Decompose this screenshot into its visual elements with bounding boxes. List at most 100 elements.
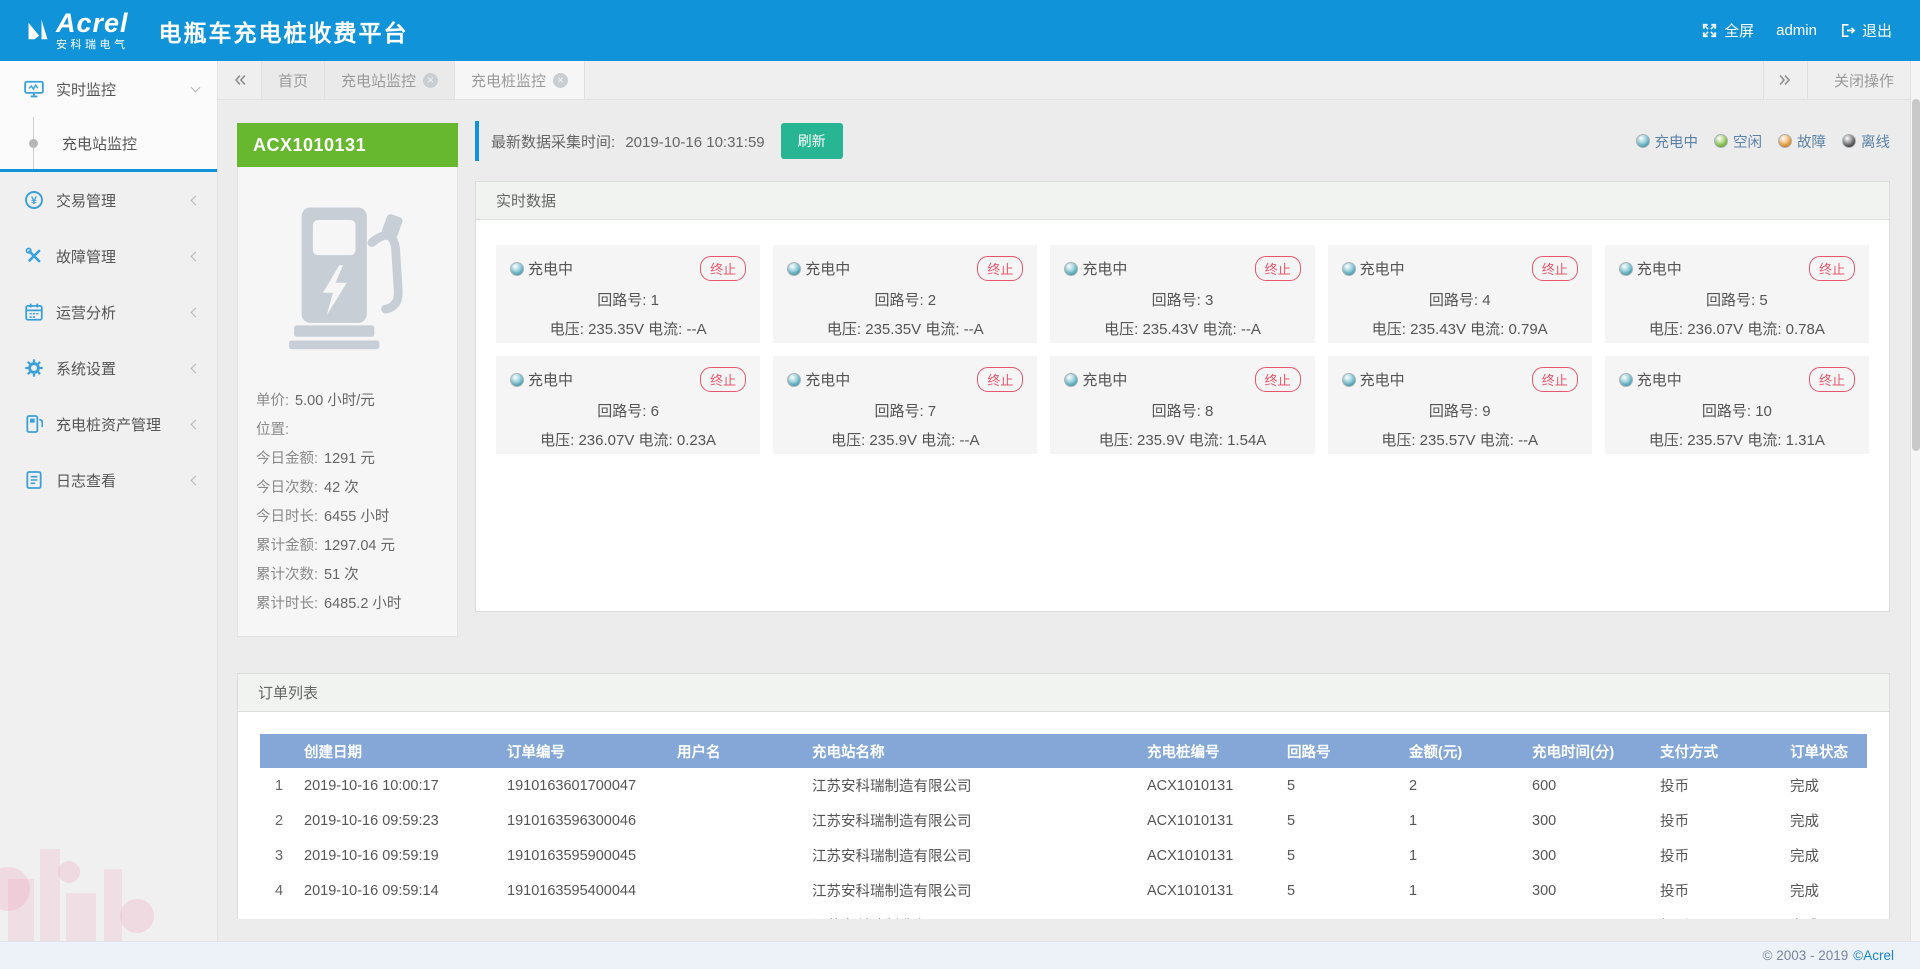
cell-station: 江苏安科瑞制造有限公司 xyxy=(806,768,1141,803)
current-label: 电流: xyxy=(1189,432,1223,449)
sidebar-group-item[interactable]: 故障管理 xyxy=(0,228,217,284)
voltage-label: 电压: xyxy=(540,432,574,449)
device-summary-card: ACX1010131 单价:5.00 小时/元 xyxy=(237,123,458,637)
node-dot-icon xyxy=(29,139,38,148)
charging-status-dot xyxy=(1619,262,1633,276)
circuit-no-label: 回路号: xyxy=(1702,403,1751,420)
circuit-no-value: 3 xyxy=(1205,292,1213,309)
terminate-button[interactable]: 终止 xyxy=(1255,367,1301,392)
cell-station: 江苏安科瑞制造有限公司 xyxy=(806,873,1141,908)
sidebar-item-label: 充电桩资产管理 xyxy=(56,414,192,435)
footer: © 2003 - 2019 ©Acrel xyxy=(0,941,1920,969)
circuit-card: 充电中 终止 回路号: 10 电压: 235.57V 电流: 1.31A xyxy=(1605,356,1869,454)
monitor-icon xyxy=(24,79,44,99)
tab-label: 首页 xyxy=(278,70,308,91)
cell-circuit: 5 xyxy=(1281,873,1403,908)
current-value: 1.31A xyxy=(1786,432,1825,449)
calendar-icon xyxy=(24,302,44,322)
logout-button[interactable]: 退出 xyxy=(1839,20,1892,41)
charging-status-dot xyxy=(1342,373,1356,387)
circuit-status: 充电中 xyxy=(510,258,573,279)
stat-label: 累计时长: xyxy=(256,596,318,612)
fullscreen-icon xyxy=(1701,22,1718,39)
voltage-value: 235.35V xyxy=(865,321,921,338)
voltage-value: 235.9V xyxy=(1137,432,1185,449)
stat-value: 6455 小时 xyxy=(324,509,389,525)
cell-pay: 投币 xyxy=(1654,873,1784,908)
legend-label: 离线 xyxy=(1861,131,1890,152)
terminate-button[interactable]: 终止 xyxy=(977,367,1023,392)
sidebar-group-item[interactable]: 系统设置 xyxy=(0,340,217,396)
cell-minutes: 600 xyxy=(1526,768,1654,803)
tab-close-icon[interactable] xyxy=(423,73,438,88)
terminate-button[interactable]: 终止 xyxy=(700,256,746,281)
voltage-value: 235.57V xyxy=(1687,432,1743,449)
sidebar-group-item[interactable]: 充电桩资产管理 xyxy=(0,396,217,452)
refresh-button[interactable]: 刷新 xyxy=(781,123,843,159)
terminate-button[interactable]: 终止 xyxy=(1809,256,1855,281)
row-index: 3 xyxy=(260,838,298,873)
svg-text:¥: ¥ xyxy=(31,195,38,207)
sidebar-child-item[interactable]: 充电站监控 xyxy=(0,117,217,169)
cell-date: 2019-10-16 09:59:14 xyxy=(298,873,501,908)
circuit-status-label: 充电中 xyxy=(1082,369,1127,390)
sidebar-group-item[interactable]: 日志查看 xyxy=(0,452,217,508)
cell-pile: ACX1010131 xyxy=(1141,838,1281,873)
cell-date: 2019-10-16 09:59:23 xyxy=(298,803,501,838)
tab[interactable]: 充电桩监控 xyxy=(455,61,585,99)
circuit-status: 充电中 xyxy=(510,369,573,390)
vertical-scrollbar xyxy=(1910,61,1920,941)
circuit-grid: 充电中 终止 回路号: 1 电压: 235.35V 电流: --A 充电中 终止… xyxy=(476,220,1889,454)
tab-close-icon[interactable] xyxy=(553,73,568,88)
circuit-status-label: 充电中 xyxy=(528,258,573,279)
tab-list: 首页 充电站监控 充电桩监控 xyxy=(262,61,585,99)
chevron-icon xyxy=(191,363,201,373)
tab[interactable]: 首页 xyxy=(262,61,325,99)
cell-date: 2019-10-16 09:59:19 xyxy=(298,838,501,873)
tab[interactable]: 充电站监控 xyxy=(325,61,455,99)
terminate-button[interactable]: 终止 xyxy=(700,367,746,392)
cell-order-no: 1910163596300046 xyxy=(501,803,671,838)
collect-time-value: 2019-10-16 10:31:59 xyxy=(625,134,764,151)
tabs-scroll-left-button[interactable] xyxy=(218,61,262,99)
fullscreen-button[interactable]: 全屏 xyxy=(1701,20,1754,41)
logout-icon xyxy=(1839,22,1856,39)
terminate-button[interactable]: 终止 xyxy=(1532,256,1578,281)
footer-brand-link[interactable]: ©Acrel xyxy=(1853,948,1894,963)
username-menu[interactable]: admin xyxy=(1776,22,1817,39)
circuit-status: 充电中 xyxy=(787,258,850,279)
row-index: 1 xyxy=(260,768,298,803)
cell-pay: 投币 xyxy=(1654,838,1784,873)
voltage-label: 电压: xyxy=(1381,432,1415,449)
sidebar-group-item[interactable]: 运营分析 xyxy=(0,284,217,340)
voltage-value: 236.07V xyxy=(578,432,634,449)
log-icon xyxy=(24,470,44,490)
sidebar-item-label: 系统设置 xyxy=(56,358,192,379)
cell-circuit: 5 xyxy=(1281,768,1403,803)
circuit-status: 充电中 xyxy=(1064,369,1127,390)
voltage-value: 235.9V xyxy=(869,432,917,449)
table-row: 2 2019-10-16 09:59:23 1910163596300046 江… xyxy=(260,803,1867,838)
sidebar-item-label: 交易管理 xyxy=(56,190,192,211)
circuit-no-value: 1 xyxy=(651,292,659,309)
cell-circuit: 5 xyxy=(1281,908,1403,919)
terminate-button[interactable]: 终止 xyxy=(1809,367,1855,392)
device-stat-line: 累计金额:1297.04 元 xyxy=(256,532,447,561)
current-value: 1.54A xyxy=(1227,432,1266,449)
cell-amount: 1 xyxy=(1403,908,1526,919)
row-index: 4 xyxy=(260,873,298,908)
terminate-button[interactable]: 终止 xyxy=(1532,367,1578,392)
charging-status-dot xyxy=(1342,262,1356,276)
sidebar-group-item[interactable]: 实时监控 xyxy=(0,61,217,117)
sidebar-group-item[interactable]: ¥ 交易管理 xyxy=(0,172,217,228)
chevron-icon xyxy=(191,307,201,317)
cell-user xyxy=(671,873,806,908)
terminate-button[interactable]: 终止 xyxy=(977,256,1023,281)
tab-label: 充电桩监控 xyxy=(471,70,546,91)
sidebar-item-label: 实时监控 xyxy=(56,79,192,100)
terminate-button[interactable]: 终止 xyxy=(1255,256,1301,281)
close-operations-button[interactable]: 关闭操作 xyxy=(1807,61,1920,99)
tabs-scroll-right-button[interactable] xyxy=(1763,61,1807,99)
cell-status: 完成 xyxy=(1784,873,1867,908)
scrollbar-thumb[interactable] xyxy=(1912,99,1920,451)
